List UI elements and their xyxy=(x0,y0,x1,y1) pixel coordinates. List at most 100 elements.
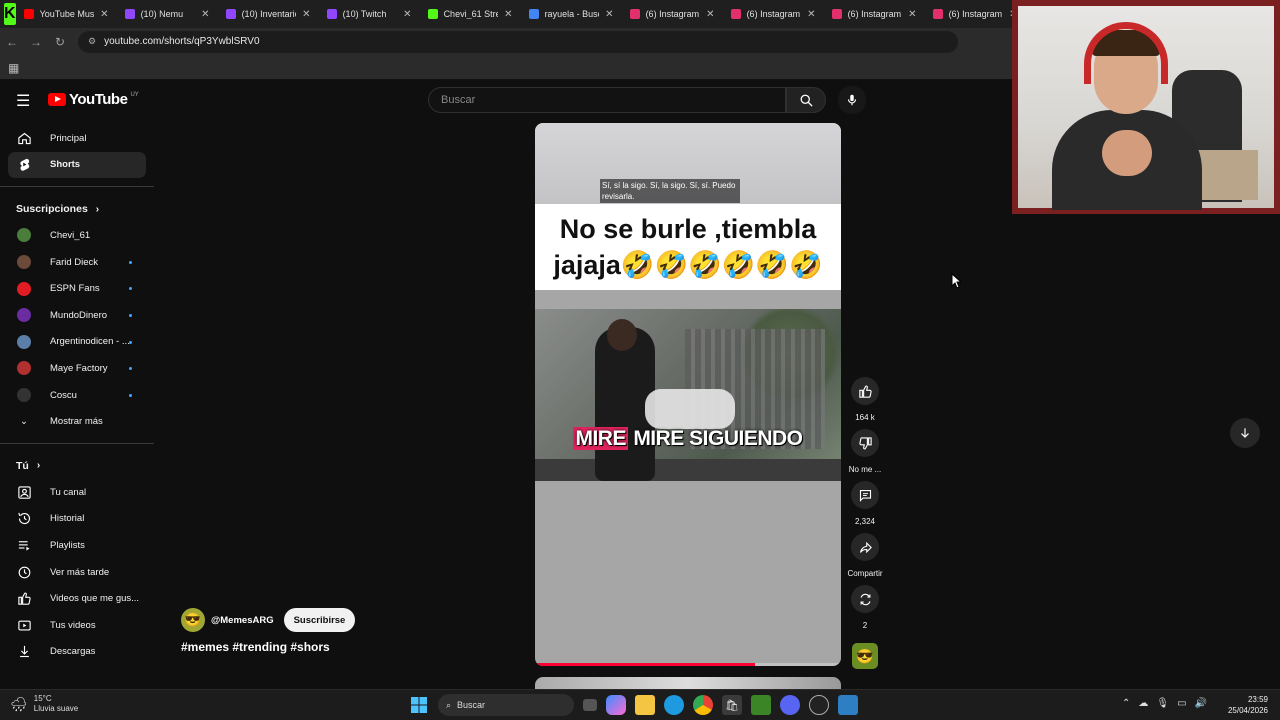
close-icon[interactable]: ✕ xyxy=(100,9,108,20)
taskbar-search[interactable]: ⌕ Buscar xyxy=(438,694,574,716)
search-button[interactable] xyxy=(786,87,826,113)
new-content-dot xyxy=(129,367,132,371)
dislike-button[interactable] xyxy=(851,429,879,457)
sidebar-subscription[interactable]: Chevi_61 xyxy=(8,222,146,249)
sidebar-item-tus-videos[interactable]: Tus videos xyxy=(8,612,146,639)
screen-icon[interactable]: ▭ xyxy=(1177,698,1186,709)
tab-label: (10) Inventario xyxy=(241,9,297,19)
close-icon[interactable]: ✕ xyxy=(807,9,815,20)
close-icon[interactable]: ✕ xyxy=(908,9,916,20)
caption-rest: MIRE SIGUIENDO xyxy=(627,427,803,450)
show-more-button[interactable]: ⌄ Mostrar más xyxy=(8,408,146,435)
next-short-button[interactable] xyxy=(1230,418,1260,448)
video-progress-bar[interactable] xyxy=(535,663,841,666)
channel-name[interactable]: @MemesARG xyxy=(211,615,274,626)
chrome-icon[interactable] xyxy=(693,695,713,715)
chevron-up-icon[interactable]: ⌃ xyxy=(1122,698,1130,709)
subscription-label: Coscu xyxy=(50,389,77,401)
browser-tab[interactable]: (10) Inventario ✕ xyxy=(218,0,319,28)
sidebar-item-historial[interactable]: Historial xyxy=(8,506,146,533)
browser-tab[interactable]: rayuela - Busc ✕ xyxy=(521,0,622,28)
channel-avatar[interactable]: 😎 xyxy=(181,608,205,632)
microphone-tray-icon[interactable]: 🎙 xyxy=(1156,698,1169,709)
file-explorer-icon[interactable] xyxy=(635,695,655,715)
apps-grid-icon[interactable]: ▦ xyxy=(8,61,19,75)
search-input[interactable]: Buscar xyxy=(428,87,786,113)
discord-icon[interactable] xyxy=(780,695,800,715)
browser-tab[interactable]: (10) Twitch ✕ xyxy=(319,0,420,28)
close-icon[interactable]: ✕ xyxy=(504,9,512,20)
share-button[interactable] xyxy=(851,533,879,561)
subscriptions-heading[interactable]: Suscripciones › xyxy=(0,196,154,222)
short-hashtags[interactable]: #memes #trending #shors xyxy=(181,640,330,654)
sidebar-item-principal[interactable]: Principal xyxy=(8,125,146,152)
video-title-line-1: No se burle ,tiembla xyxy=(559,214,817,244)
sidebar-item-videos-que-me-gus[interactable]: Videos que me gus... xyxy=(8,585,146,612)
sidebar-subscription[interactable]: Argentinodicen - ... xyxy=(8,329,146,356)
you-heading[interactable]: Tú › xyxy=(0,453,154,479)
site-info-icon[interactable]: ⚙ xyxy=(88,36,96,47)
defender-icon[interactable] xyxy=(838,695,858,715)
url-field[interactable]: ⚙ youtube.com/shorts/qP3YwblSRV0 xyxy=(78,30,958,53)
taskbar-clock[interactable]: 23:59 25/04/2026 xyxy=(1218,694,1268,716)
close-icon[interactable]: ✕ xyxy=(302,9,310,20)
sidebar-subscription[interactable]: MundoDinero xyxy=(8,302,146,329)
browser-tab[interactable]: (6) Instagram✕ xyxy=(723,0,824,28)
browser-tab[interactable]: YouTube Music ✕ xyxy=(16,0,117,28)
menu-icon[interactable]: ☰ xyxy=(16,91,30,111)
store-icon[interactable]: 🛍 xyxy=(722,695,742,715)
browser-tab[interactable]: Chevi_61 Strea ✕ xyxy=(420,0,521,28)
voice-search-button[interactable] xyxy=(838,86,866,114)
sidebar-item-label: Shorts xyxy=(50,159,81,171)
microphone-icon xyxy=(847,94,857,106)
copilot-icon[interactable] xyxy=(606,695,626,715)
comments-button[interactable] xyxy=(851,481,879,509)
windows-taskbar: 🌧 15°C Lluvia suave ⌕ Buscar 🛍 ⌃ ☁ 🎙 ▭ 🔊… xyxy=(0,689,1280,720)
sidebar-item-ver-m-s-tarde[interactable]: Ver más tarde xyxy=(8,559,146,586)
sidebar-subscription[interactable]: Coscu xyxy=(8,382,146,409)
sidebar: Principal Shorts Suscripciones › Chevi_61… xyxy=(0,125,154,690)
short-video-player[interactable]: Sí, sí la sigo. Sí, la sigo. Sí, sí. Pue… xyxy=(535,123,841,666)
close-icon[interactable]: ✕ xyxy=(201,9,209,20)
minecraft-icon[interactable] xyxy=(751,695,771,715)
back-arrow-icon[interactable]: ← xyxy=(0,35,24,49)
like-button[interactable] xyxy=(851,377,879,405)
channel-thumbnail[interactable]: 😎 xyxy=(852,643,878,669)
sidebar-item-shorts[interactable]: Shorts xyxy=(8,151,146,179)
sidebar-item-descargas[interactable]: Descargas xyxy=(8,639,146,666)
edge-icon[interactable] xyxy=(664,695,684,715)
browser-tab[interactable]: (6) Instagram✕ xyxy=(824,0,925,28)
sidebar-subscription[interactable]: Maye Factory xyxy=(8,355,146,382)
url-text: youtube.com/shorts/qP3YwblSRV0 xyxy=(104,36,260,47)
close-icon[interactable]: ✕ xyxy=(403,9,411,20)
channel-avatar xyxy=(17,308,31,323)
sidebar-subscription[interactable]: Farid Dieck xyxy=(8,249,146,276)
forward-arrow-icon[interactable]: → xyxy=(24,35,48,49)
sidebar-subscription[interactable]: ESPN Fans xyxy=(8,275,146,302)
remix-button[interactable] xyxy=(851,585,879,613)
close-icon[interactable]: ✕ xyxy=(706,9,714,20)
address-bar: ← → ↻ ⚙ youtube.com/shorts/qP3YwblSRV0 xyxy=(0,28,1012,55)
reload-icon[interactable]: ↻ xyxy=(48,35,72,49)
obs-icon[interactable] xyxy=(809,695,829,715)
next-short-preview[interactable] xyxy=(535,677,841,689)
subscription-label: Maye Factory xyxy=(50,362,108,374)
remix-icon xyxy=(860,593,870,605)
cloud-icon[interactable]: ☁ xyxy=(1138,698,1148,709)
close-icon[interactable]: ✕ xyxy=(605,9,613,20)
browser-tab[interactable]: (6) Instagram✕ xyxy=(925,0,1026,28)
subscribe-button[interactable]: Suscribirse xyxy=(283,608,356,632)
weather-widget[interactable]: 🌧 15°C Lluvia suave xyxy=(10,694,78,714)
volume-icon[interactable]: 🔊 xyxy=(1195,698,1207,709)
system-tray: ⌃ ☁ 🎙 ▭ 🔊 xyxy=(1122,698,1207,709)
browser-tab[interactable]: (6) Instagram✕ xyxy=(622,0,723,28)
channel-avatar xyxy=(17,334,31,349)
windows-start-icon[interactable] xyxy=(409,695,429,715)
kick-logo-icon[interactable]: K xyxy=(4,3,16,25)
sidebar-item-tu-canal[interactable]: Tu canal xyxy=(8,479,146,506)
youtube-logo[interactable]: YouTube UY xyxy=(48,91,139,108)
task-view-icon[interactable] xyxy=(583,699,597,711)
sidebar-item-playlists[interactable]: Playlists xyxy=(8,532,146,559)
browser-tab[interactable]: (10) Nemu ✕ xyxy=(117,0,218,28)
comments-count: 2,324 xyxy=(854,517,876,526)
